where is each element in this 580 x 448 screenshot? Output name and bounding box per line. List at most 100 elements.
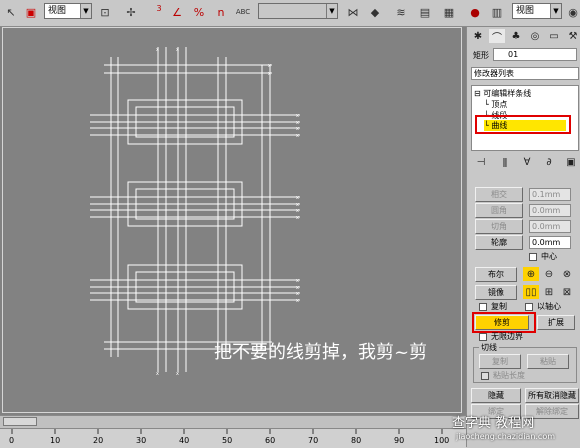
spinner-snap-icon[interactable]: n	[212, 3, 230, 21]
boolean-button[interactable]: 布尔	[475, 267, 517, 282]
angle-snap-icon[interactable]: ∠	[168, 3, 186, 21]
ruler-label: 50	[222, 436, 233, 445]
chamfer-button[interactable]: 切角	[475, 219, 523, 234]
svg-text:x: x	[176, 371, 179, 377]
layer-manager-icon[interactable]: ≋	[392, 3, 410, 21]
chevron-down-icon: ▼	[80, 4, 91, 18]
modify-tab-icon[interactable]: ⌒	[489, 29, 505, 44]
render-setup-icon[interactable]: ▥	[488, 3, 506, 21]
ruler-label: 40	[179, 436, 190, 445]
svg-text:x: x	[296, 113, 299, 119]
svg-text:x: x	[296, 291, 299, 297]
intersect-spinner[interactable]: 0.1mm	[529, 188, 571, 201]
site-watermark: 查字典 教程网	[452, 416, 535, 431]
tutorial-caption: 把不要的线剪掉，我剪~剪	[214, 342, 428, 363]
svg-text:x: x	[296, 298, 299, 304]
ruler-label: 60	[265, 436, 276, 445]
stack-item-vertex[interactable]: └ 顶点	[484, 99, 507, 110]
copy-checkbox[interactable]	[479, 303, 487, 311]
svg-text:x: x	[156, 371, 159, 377]
ruler-label: 80	[351, 436, 362, 445]
svg-text:x: x	[296, 126, 299, 132]
make-unique-icon[interactable]: ∀	[519, 155, 535, 169]
configure-modifier-icon[interactable]: ▣	[563, 155, 579, 169]
show-end-result-icon[interactable]: ǁ	[497, 155, 513, 169]
mirror-both-icon[interactable]: ⊠	[559, 285, 575, 299]
ruler-label: 30	[136, 436, 147, 445]
spinner-snap-label: n	[217, 5, 225, 19]
reference-coord-dropdown[interactable]: 视图 ▼	[44, 3, 92, 19]
svg-text:x: x	[296, 133, 299, 139]
object-name-field[interactable]: 01	[493, 48, 577, 61]
infinite-bounds-checkbox[interactable]	[479, 333, 487, 341]
render-type-dropdown[interactable]: 视图 ▼	[512, 3, 562, 19]
schematic-view-icon[interactable]: ▦	[440, 3, 458, 21]
boolean-subtract-icon[interactable]: ⊖	[541, 267, 557, 281]
tangent-group-label: 切线	[479, 342, 499, 353]
about-pivot-checkbox-label: 以轴心	[537, 302, 561, 311]
create-tab-icon[interactable]: ✱	[470, 29, 486, 43]
ruler-label: 100	[434, 436, 450, 445]
select-object-icon[interactable]: ↖	[2, 3, 20, 21]
chevron-down-icon: ▼	[550, 4, 561, 18]
svg-text:x: x	[296, 208, 299, 214]
percent-snap-icon[interactable]: %	[190, 3, 208, 21]
svg-text:x: x	[296, 195, 299, 201]
center-checkbox[interactable]	[529, 253, 537, 261]
paste-length-label: 粘贴长度	[493, 371, 525, 380]
pin-stack-icon[interactable]: ⊣	[473, 155, 489, 169]
modifier-list-dropdown[interactable]: 修改器列表	[471, 67, 579, 80]
about-pivot-checkbox[interactable]	[525, 303, 533, 311]
chevron-down-icon: ▼	[326, 4, 337, 18]
pivot-center-icon[interactable]: ⊡	[96, 3, 114, 21]
curve-editor-icon[interactable]: ▤	[416, 3, 434, 21]
object-name-label: 矩形	[473, 51, 489, 60]
material-editor-icon[interactable]: ●	[466, 3, 484, 21]
stack-item-editable-spline[interactable]: ⊟ 可编辑样条线	[474, 88, 531, 99]
copy-tangent-button[interactable]: 复制	[479, 354, 521, 369]
ruler-label: 20	[93, 436, 104, 445]
viewport[interactable]: xx xxxx xxxx xxxx xxxx 把不要的线剪掉，我剪~剪	[0, 27, 466, 415]
motion-tab-icon[interactable]: ◎	[527, 29, 543, 43]
intersect-button[interactable]: 相交	[475, 187, 523, 202]
time-slider[interactable]	[0, 415, 466, 428]
display-tab-icon[interactable]: ▭	[546, 29, 562, 43]
copy-checkbox-label: 复制	[491, 302, 507, 311]
mirror-vertical-icon[interactable]: ⊞	[541, 285, 557, 299]
remove-modifier-icon[interactable]: ∂	[541, 155, 557, 169]
quick-render-icon[interactable]: ◉	[564, 3, 580, 21]
extend-button[interactable]: 扩展	[537, 315, 575, 330]
manipulate-icon[interactable]: ✢	[122, 3, 140, 21]
mirror-horizontal-icon[interactable]: ▯▯	[523, 285, 539, 299]
time-slider-thumb[interactable]	[3, 417, 37, 426]
fillet-spinner[interactable]: 0.0mm	[529, 204, 571, 217]
mirror-icon[interactable]: ⋈	[344, 3, 362, 21]
svg-text:x: x	[296, 215, 299, 221]
chamfer-spinner[interactable]: 0.0mm	[529, 220, 571, 233]
center-checkbox-label: 中心	[541, 252, 557, 261]
outline-button[interactable]: 轮廓	[475, 235, 523, 250]
paste-length-checkbox[interactable]	[481, 372, 489, 380]
unhide-all-button[interactable]: 所有取消隐藏	[525, 388, 579, 403]
paste-tangent-button[interactable]: 粘贴	[527, 354, 569, 369]
object-name-value: 01	[508, 50, 519, 59]
abc-icon[interactable]: ABC	[234, 3, 252, 21]
align-icon[interactable]: ◆	[366, 3, 384, 21]
hide-button[interactable]: 隐藏	[471, 388, 521, 403]
snap-toggle-icon[interactable]: 3	[146, 3, 164, 21]
hierarchy-tab-icon[interactable]: ♣	[508, 29, 524, 43]
utilities-tab-icon[interactable]: ⚒	[565, 29, 580, 43]
infinite-bounds-label: 无限边界	[491, 332, 523, 341]
boolean-union-icon[interactable]: ⊕	[523, 267, 539, 281]
fillet-button[interactable]: 圆角	[475, 203, 523, 218]
ruler-label: 90	[394, 436, 405, 445]
percent-snap-label: %	[193, 5, 205, 19]
mirror-button[interactable]: 镜像	[475, 285, 517, 300]
command-panel: ✱ ⌒ ♣ ◎ ▭ ⚒ 矩形 01 修改器列表 ⊟ 可编辑样条线 └ 顶点 └ …	[466, 27, 580, 447]
select-region-icon[interactable]: ▣	[22, 3, 40, 21]
abc-label: ABC	[235, 8, 251, 16]
named-selection-dropdown[interactable]: ▼	[258, 3, 338, 19]
svg-text:x: x	[176, 47, 179, 53]
boolean-intersect-icon[interactable]: ⊗	[559, 267, 575, 281]
outline-spinner[interactable]: 0.0mm	[529, 236, 571, 249]
